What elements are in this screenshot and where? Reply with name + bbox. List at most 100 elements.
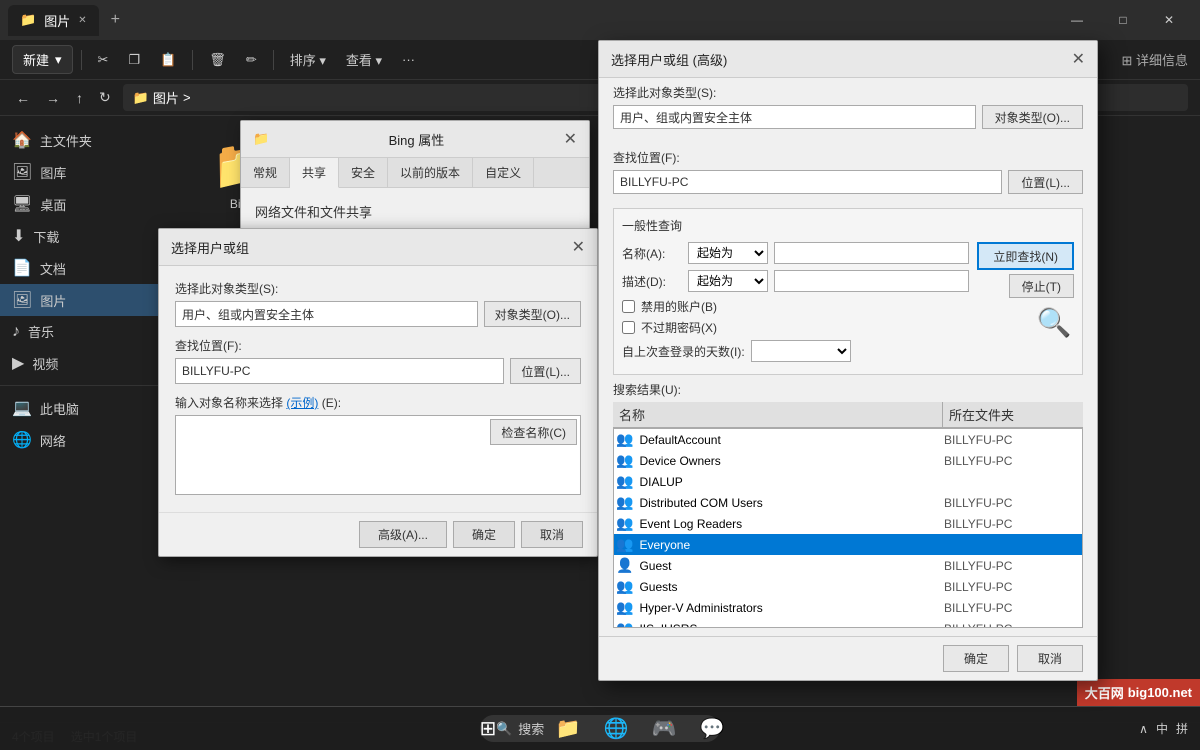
downloads-icon: ⬇ xyxy=(12,226,25,246)
select-user-small-body: 选择此对象类型(S): 用户、组或内置安全主体 对象类型(O)... 查找位置(… xyxy=(159,266,597,512)
days-row: 自上次查登录的天数(I): xyxy=(622,340,969,362)
tab-new-btn[interactable]: + xyxy=(103,7,128,33)
tab-previous[interactable]: 以前的版本 xyxy=(388,158,473,187)
results-header: 名称 所在文件夹 xyxy=(613,402,1083,428)
disabled-checkbox-row: 禁用的账户(B) xyxy=(622,298,969,315)
sort-btn[interactable]: 排序 ▾ xyxy=(282,46,334,73)
enter-field-container: 检查名称(C) xyxy=(175,415,581,498)
delete-btn[interactable]: 🗑 xyxy=(201,48,234,72)
sidebar-item-desktop[interactable]: 🖥 桌面 xyxy=(0,188,200,220)
result-row[interactable]: 👥 Guests BILLYFU-PC xyxy=(614,576,1082,597)
result-row[interactable]: 👥 Everyone xyxy=(614,534,1082,555)
name-query-input[interactable] xyxy=(774,242,969,264)
tab-active[interactable]: 📁 图片 ✕ xyxy=(8,5,99,36)
adv-object-type-input[interactable]: 用户、组或内置安全主体 xyxy=(613,105,976,129)
close-btn[interactable]: ✕ xyxy=(1146,0,1192,40)
result-icon: 👥 xyxy=(616,515,633,532)
result-row[interactable]: 👥 Hyper-V Administrators BILLYFU-PC xyxy=(614,597,1082,618)
cut-btn[interactable]: ✂ xyxy=(90,48,117,72)
advanced-btn[interactable]: 高级(A)... xyxy=(359,521,447,548)
more-btn[interactable]: ··· xyxy=(394,48,423,71)
tab-custom[interactable]: 自定义 xyxy=(473,158,534,187)
bing-dialog-folder-icon: 📁 xyxy=(253,131,269,147)
sidebar-item-home[interactable]: 🏠 主文件夹 xyxy=(0,124,200,156)
taskbar: ⊞ 🔍 搜索 📁 🌐 🎮 💬 ∧ 中 拼 xyxy=(0,706,1200,750)
adv-location-btn[interactable]: 位置(L)... xyxy=(1008,170,1083,194)
new-button[interactable]: 新建 ▾ xyxy=(12,45,73,74)
desc-starts-select[interactable]: 起始为 xyxy=(688,270,768,292)
ok-btn[interactable]: 确定 xyxy=(453,521,515,548)
result-row[interactable]: 👥 Distributed COM Users BILLYFU-PC xyxy=(614,492,1082,513)
object-type-label: 选择此对象类型(S): xyxy=(175,280,581,297)
tab-security[interactable]: 安全 xyxy=(339,158,388,187)
watermark-text: 大百网 xyxy=(1085,683,1124,702)
name-query-row: 名称(A): 起始为 xyxy=(622,242,969,264)
result-row[interactable]: 👥 DefaultAccount BILLYFU-PC xyxy=(614,429,1082,450)
result-row[interactable]: 👥 IIS_IUSRS BILLYFU-PC xyxy=(614,618,1082,628)
taskbar-lang-zh: 中 xyxy=(1156,720,1168,737)
minimize-btn[interactable]: — xyxy=(1054,0,1100,40)
tab-close-btn[interactable]: ✕ xyxy=(78,15,86,26)
result-location: BILLYFU-PC xyxy=(940,517,1080,531)
days-select[interactable] xyxy=(751,340,851,362)
location-btn[interactable]: 位置(L)... xyxy=(510,358,581,384)
sidebar-item-gallery[interactable]: 🖼 图库 xyxy=(0,156,200,188)
tab-share[interactable]: 共享 xyxy=(290,158,339,188)
result-icon: 👥 xyxy=(616,578,633,595)
bing-dialog-close[interactable]: ✕ xyxy=(564,129,577,149)
no-expire-label: 不过期密码(X) xyxy=(641,319,717,336)
pictures-icon: 🖼 xyxy=(12,290,32,310)
result-icon: 👥 xyxy=(616,599,633,616)
results-list[interactable]: 👥 DefaultAccount BILLYFU-PC 👥 Device Own… xyxy=(613,428,1083,628)
forward-btn[interactable]: → xyxy=(42,86,64,110)
col-location-header: 所在文件夹 xyxy=(943,402,1083,427)
result-row[interactable]: 👤 Guest BILLYFU-PC xyxy=(614,555,1082,576)
adv-object-type-btn[interactable]: 对象类型(O)... xyxy=(982,105,1083,129)
select-user-advanced-dialog: 选择用户或组 (高级) ✕ 选择此对象类型(S): 用户、组或内置安全主体 对象… xyxy=(598,40,1098,681)
bing-dialog-titlebar: 📁 Bing 属性 ✕ xyxy=(241,121,589,158)
result-row[interactable]: 👥 Event Log Readers BILLYFU-PC xyxy=(614,513,1082,534)
cancel-btn[interactable]: 取消 xyxy=(521,521,583,548)
name-starts-select[interactable]: 起始为 xyxy=(688,242,768,264)
up-btn[interactable]: ↑ xyxy=(72,86,87,110)
refresh-btn[interactable]: ↻ xyxy=(95,85,115,110)
result-row[interactable]: 👥 Device Owners BILLYFU-PC xyxy=(614,450,1082,471)
paste-btn[interactable]: 📋 xyxy=(152,48,184,72)
adv-location-input[interactable]: BILLYFU-PC xyxy=(613,170,1002,194)
select-user-small-close[interactable]: ✕ xyxy=(572,237,585,257)
view-btn[interactable]: 查看 ▾ xyxy=(338,46,390,73)
result-location: BILLYFU-PC xyxy=(940,601,1080,615)
sidebar-label-thispc: 此电脑 xyxy=(40,399,79,418)
tab-general[interactable]: 常规 xyxy=(241,158,290,187)
adv-cancel-btn[interactable]: 取消 xyxy=(1017,645,1083,672)
disabled-checkbox[interactable] xyxy=(622,300,635,313)
sidebar-label-downloads: 下载 xyxy=(33,227,59,246)
network-icon: 🌐 xyxy=(12,430,32,450)
bing-dialog-tabs: 常规 共享 安全 以前的版本 自定义 xyxy=(241,158,589,188)
desc-query-input[interactable] xyxy=(774,270,969,292)
maximize-btn[interactable]: □ xyxy=(1100,0,1146,40)
stop-btn[interactable]: 停止(T) xyxy=(1009,274,1074,298)
location-input[interactable]: BILLYFU-PC xyxy=(175,358,504,384)
folder-icon: 📁 xyxy=(133,90,149,106)
taskbar-caret: ∧ xyxy=(1139,722,1148,736)
taskbar-search-box[interactable]: 🔍 搜索 xyxy=(480,715,720,742)
search-results-section: 搜索结果(U): 名称 所在文件夹 👥 DefaultAccount BILLY… xyxy=(599,381,1097,636)
copy-btn[interactable]: ❐ xyxy=(120,48,148,72)
adv-ok-btn[interactable]: 确定 xyxy=(943,645,1009,672)
result-row[interactable]: 👥 DIALUP xyxy=(614,471,1082,492)
enter-link[interactable]: (示例) xyxy=(286,396,318,410)
general-query-title: 一般性查询 xyxy=(622,217,1074,234)
adv-dialog-close[interactable]: ✕ xyxy=(1072,49,1085,69)
object-type-btn[interactable]: 对象类型(O)... xyxy=(484,301,581,327)
back-btn[interactable]: ← xyxy=(12,86,34,110)
result-name: DefaultAccount xyxy=(637,433,940,447)
path-label: 图片 xyxy=(153,88,179,107)
rename-btn[interactable]: ✏ xyxy=(238,48,265,72)
check-names-btn[interactable]: 检查名称(C) xyxy=(490,419,577,445)
object-type-input[interactable]: 用户、组或内置安全主体 xyxy=(175,301,478,327)
find-now-btn[interactable]: 立即查找(N) xyxy=(977,242,1074,270)
tab-strip: 📁 图片 ✕ + xyxy=(8,5,128,36)
no-expire-checkbox[interactable] xyxy=(622,321,635,334)
disabled-label: 禁用的账户(B) xyxy=(641,298,717,315)
